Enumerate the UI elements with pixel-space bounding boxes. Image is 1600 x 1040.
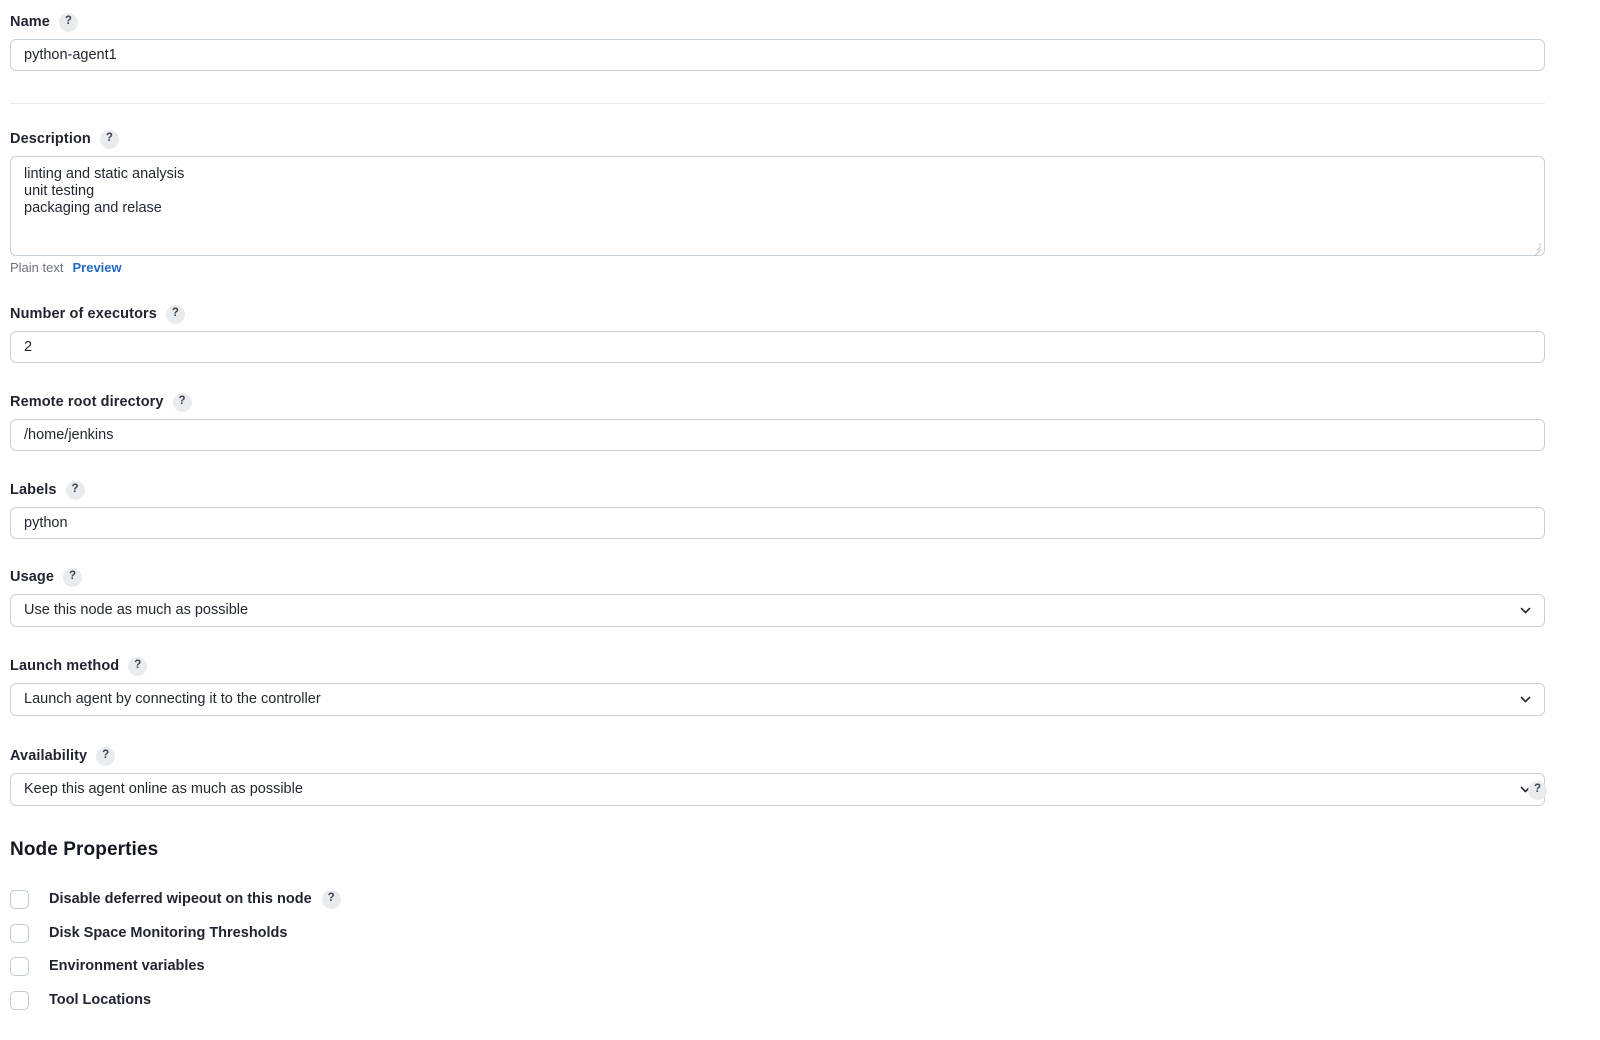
help-icon-disable-deferred-wipeout[interactable]: ? — [321, 889, 341, 909]
name-label: Name — [10, 14, 50, 31]
field-remote-root: Remote root directory ? — [10, 393, 1545, 451]
node-configuration-form: Name ? Description ? linting and static … — [0, 0, 1600, 1040]
checkbox-disk-space-monitoring[interactable] — [10, 923, 29, 943]
node-property-label[interactable]: Environment variables — [49, 959, 205, 974]
labels-label-row: Labels ? — [10, 481, 1545, 500]
node-property-row-environment-variables[interactable]: Environment variables — [10, 956, 205, 976]
launch-method-label-row: Launch method ? — [10, 657, 1545, 676]
executors-input[interactable] — [10, 331, 1545, 363]
field-launch-method: Launch method ? Launch agent by connecti… — [10, 657, 1545, 716]
name-label-row: Name ? — [10, 13, 1545, 32]
help-icon-labels[interactable]: ? — [65, 481, 85, 500]
remote-root-label-row: Remote root directory ? — [10, 393, 1545, 412]
checkbox-tool-locations[interactable] — [10, 990, 29, 1010]
description-textarea[interactable]: linting and static analysis unit testing… — [10, 156, 1545, 256]
availability-label-row: Availability ? — [10, 747, 1545, 766]
node-property-row-disk-space-monitoring[interactable]: Disk Space Monitoring Thresholds — [10, 923, 287, 943]
usage-label-row: Usage ? — [10, 568, 1545, 587]
node-property-label[interactable]: Tool Locations — [49, 993, 151, 1008]
section-divider — [10, 103, 1545, 104]
availability-label: Availability — [10, 748, 88, 765]
description-label-row: Description ? — [10, 130, 1545, 149]
node-property-row-disable-deferred-wipeout[interactable]: Disable deferred wipeout on this node ? — [10, 889, 341, 909]
help-icon-launch-method[interactable]: ? — [128, 657, 148, 676]
field-usage: Usage ? Use this node as much as possibl… — [10, 568, 1545, 627]
executors-label-row: Number of executors ? — [10, 305, 1545, 324]
remote-root-label: Remote root directory — [10, 394, 164, 411]
labels-input[interactable] — [10, 507, 1545, 539]
markup-type-label: Plain text — [10, 260, 64, 275]
launch-method-select[interactable]: Launch agent by connecting it to the con… — [10, 683, 1545, 716]
help-icon-name[interactable]: ? — [58, 13, 78, 32]
field-executors: Number of executors ? — [10, 305, 1545, 363]
checkbox-disable-deferred-wipeout[interactable] — [10, 889, 29, 909]
field-labels: Labels ? — [10, 481, 1545, 539]
field-availability: Availability ? Keep this agent online as… — [10, 747, 1545, 806]
remote-root-input[interactable] — [10, 419, 1545, 451]
markup-formatter-row: Plain text Preview — [10, 261, 122, 274]
node-properties-heading: Node Properties — [10, 839, 159, 860]
help-icon-availability-side[interactable]: ? — [1528, 781, 1547, 800]
node-property-row-tool-locations[interactable]: Tool Locations — [10, 990, 151, 1010]
node-property-label[interactable]: Disk Space Monitoring Thresholds — [49, 926, 287, 941]
usage-label: Usage — [10, 569, 55, 586]
usage-select[interactable]: Use this node as much as possible — [10, 594, 1545, 627]
help-icon-remote-root[interactable]: ? — [172, 393, 192, 412]
help-icon-usage[interactable]: ? — [63, 568, 83, 587]
availability-select[interactable]: Keep this agent online as much as possib… — [10, 773, 1545, 806]
checkbox-environment-variables[interactable] — [10, 956, 29, 976]
help-icon-availability[interactable]: ? — [96, 747, 116, 766]
description-label: Description — [10, 131, 91, 148]
field-description: Description ? linting and static analysi… — [10, 130, 1545, 257]
field-name: Name ? — [10, 13, 1545, 71]
description-preview-link[interactable]: Preview — [72, 261, 121, 274]
launch-method-label: Launch method — [10, 658, 120, 675]
executors-label: Number of executors — [10, 306, 157, 323]
help-icon-description[interactable]: ? — [99, 130, 119, 149]
help-icon-executors[interactable]: ? — [165, 305, 185, 324]
name-input[interactable] — [10, 39, 1545, 71]
node-property-label[interactable]: Disable deferred wipeout on this node — [49, 892, 312, 907]
labels-label: Labels — [10, 482, 57, 499]
